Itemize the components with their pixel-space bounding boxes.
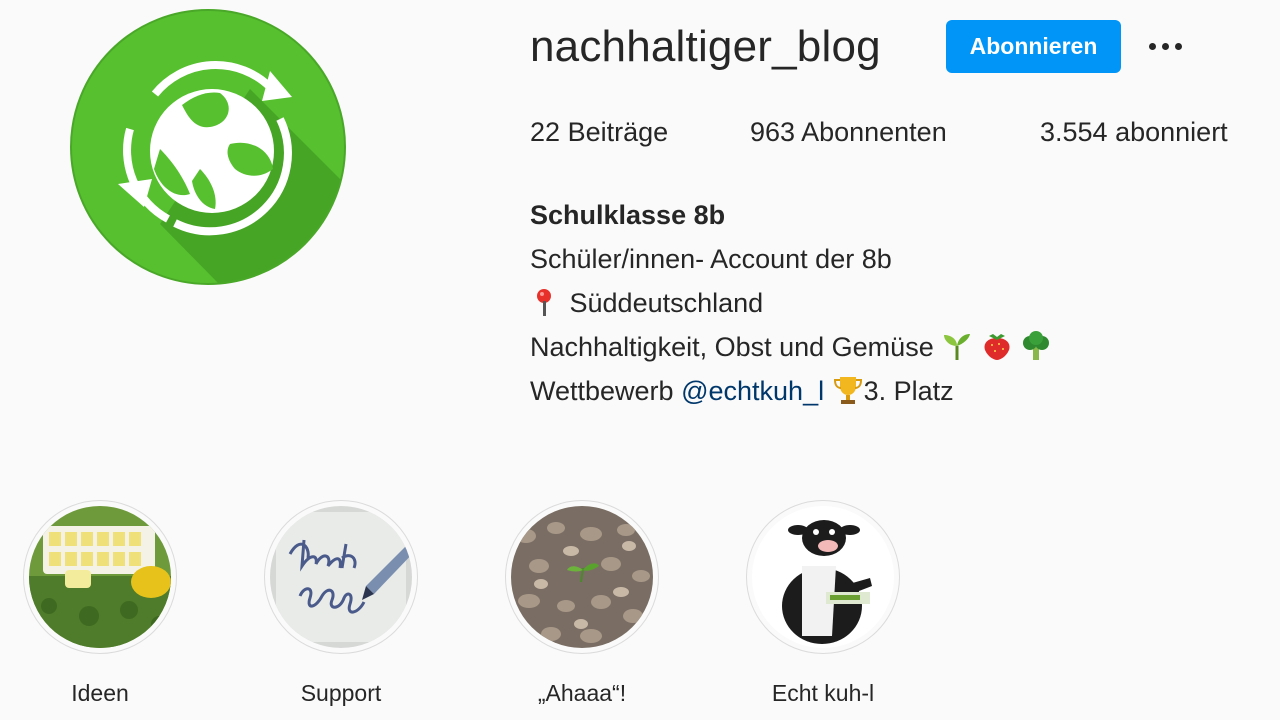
follow-button[interactable]: Abonnieren xyxy=(946,20,1121,73)
highlight-label: „Ahaaa“! xyxy=(537,680,627,706)
following-label: abonniert xyxy=(1115,117,1228,147)
globe-recycle-logo-icon xyxy=(70,9,346,285)
highlight-cover xyxy=(746,500,900,654)
bio-location: Süddeutschland xyxy=(569,288,764,318)
profile-bio: Schulklasse 8b Schüler/innen- Account de… xyxy=(530,193,1052,413)
mention-link[interactable]: @echtkuh_l xyxy=(681,376,824,406)
highlight-cover xyxy=(23,500,177,654)
highlight-ideen[interactable]: Ideen xyxy=(20,500,180,707)
trophy-icon xyxy=(832,374,864,406)
posts-label: Beiträge xyxy=(567,117,669,147)
highlight-label: Echt kuh-l xyxy=(771,680,875,706)
dot-icon xyxy=(1161,42,1169,50)
highlight-image xyxy=(270,506,412,648)
followers-label: Abonnenten xyxy=(801,117,947,147)
bio-placement: 3. Platz xyxy=(863,376,954,406)
bio-line-4: Wettbewerb @echtkuh_l 3. Platz xyxy=(530,369,1052,413)
following-count: 3.554 xyxy=(1040,117,1108,147)
highlight-cover xyxy=(264,500,418,654)
strawberry-icon xyxy=(981,330,1013,362)
story-highlights: Ideen Support „Ahaaa“! Echt kuh-l xyxy=(0,500,1280,720)
bio-line-3: Nachhaltigkeit, Obst und Gemüse xyxy=(530,325,1052,369)
highlight-image xyxy=(29,506,171,648)
highlight-ahaaa[interactable]: „Ahaaa“! xyxy=(502,500,662,707)
stat-followers[interactable]: 963 Abonnenten xyxy=(750,117,947,148)
profile-header: nachhaltiger_blog Abonnieren xyxy=(530,18,1230,78)
followers-count: 963 xyxy=(750,117,796,147)
bio-line-1: Schüler/innen- Account der 8b xyxy=(530,244,892,274)
stat-following[interactable]: 3.554 abonniert xyxy=(1040,117,1228,148)
seedling-icon xyxy=(941,330,973,362)
more-options-icon[interactable] xyxy=(1140,28,1190,64)
bio-topics: Nachhaltigkeit, Obst und Gemüse xyxy=(530,332,934,362)
highlight-label: Ideen xyxy=(71,680,129,706)
round-pushpin-icon xyxy=(530,286,562,318)
highlight-cover xyxy=(505,500,659,654)
bio-name: Schulklasse 8b xyxy=(530,200,726,230)
highlight-image xyxy=(752,506,894,648)
profile-page: nachhaltiger_blog Abonnieren 22 Beiträge… xyxy=(0,0,1280,720)
dot-icon xyxy=(1174,42,1182,50)
highlight-label: Support xyxy=(300,680,382,706)
dot-icon xyxy=(1148,42,1156,50)
highlight-echt-kuh-l[interactable]: Echt kuh-l xyxy=(743,500,903,707)
highlight-image xyxy=(511,506,653,648)
posts-count: 22 xyxy=(530,117,561,147)
username: nachhaltiger_blog xyxy=(530,22,881,71)
bio-contest: Wettbewerb xyxy=(530,376,674,406)
broccoli-icon xyxy=(1020,330,1052,362)
profile-avatar[interactable] xyxy=(70,9,346,285)
bio-line-2: Süddeutschland xyxy=(530,281,1052,325)
stat-posts: 22 Beiträge xyxy=(530,117,668,148)
highlight-support[interactable]: Support xyxy=(261,500,421,707)
